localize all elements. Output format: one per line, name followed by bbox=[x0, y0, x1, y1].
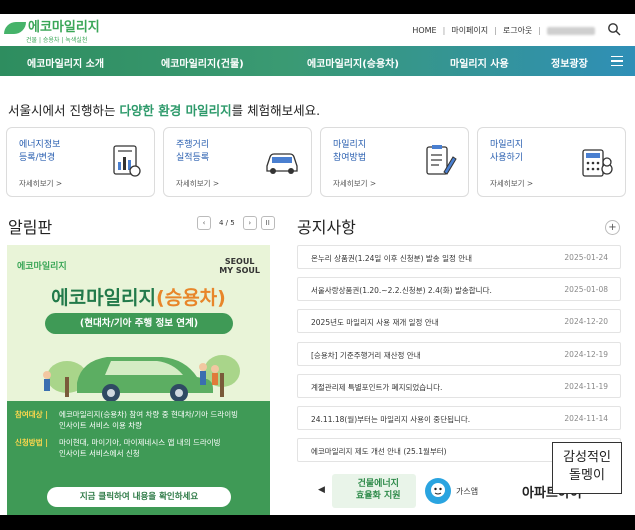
intro-highlight: 다양한 환경 마일리지 bbox=[119, 103, 232, 118]
search-icon[interactable] bbox=[607, 22, 621, 36]
divider: | bbox=[494, 26, 497, 35]
logo-subtitle: 건물 | 승용차 | 녹색실천 bbox=[26, 37, 88, 44]
notice-item[interactable]: 2025년도 마일리지 사용 재개 일정 안내 2024-12-20 bbox=[297, 309, 621, 334]
card-title: 마일리지 참여방법 bbox=[333, 140, 367, 163]
notice-more-plus-icon[interactable]: + bbox=[605, 220, 620, 235]
card-more-link[interactable]: 자세히보기 > bbox=[176, 178, 219, 189]
pager-count: 4 / 5 bbox=[219, 219, 235, 227]
top-bar: 에코마일리지 건물 | 승용차 | 녹색실천 HOME | 마이페이지 | 로그… bbox=[0, 14, 635, 46]
notice-text: [승용차] 기준주행거리 재산정 안내 bbox=[311, 350, 421, 360]
watermark-text: 감성적인 돌멩이 bbox=[563, 450, 611, 483]
user-name-blurred bbox=[547, 26, 595, 35]
notice-text: 온누리 상품권(1.24일 이후 신청분) 발송 일정 안내 bbox=[311, 254, 473, 263]
promo-banner[interactable]: 에코마일리지 SEOUL MY SOUL 에코마일리지(승용차) (현대차/기아… bbox=[7, 245, 270, 515]
row-key: 참여대상 | bbox=[15, 410, 48, 419]
banner-info-panel: 참여대상 | 에코마일리지(승용차) 참여 차량 중 현대차/기아 드라이빙 인사… bbox=[7, 401, 270, 515]
notice-date: 2024-11-14 bbox=[564, 413, 608, 423]
notice-item[interactable]: [승용차] 기준주행거리 재산정 안내 2024-12-19 bbox=[297, 341, 621, 366]
partner-prev-icon[interactable]: ◀ bbox=[318, 485, 325, 495]
partner-gas-app[interactable]: 가스앱 bbox=[456, 486, 478, 497]
card-title: 에너지정보 등록/변경 bbox=[19, 140, 61, 163]
notice-date: 2024-12-20 bbox=[564, 317, 608, 327]
notice-date: 2024-12-19 bbox=[564, 349, 608, 359]
card-energy-info[interactable]: 에너지정보 등록/변경 자세히보기 > bbox=[6, 127, 155, 197]
notice-text: 2025년도 마일리지 사용 재개 일정 안내 bbox=[311, 318, 439, 328]
intro-text: 서울시에서 진행하는 다양한 환경 마일리지를 체험해보세요. bbox=[8, 100, 320, 119]
intro-before: 서울시에서 진행하는 bbox=[8, 103, 120, 118]
nav-item-intro[interactable]: 에코마일리지 소개 bbox=[27, 55, 104, 70]
banner-target-row: 참여대상 | 에코마일리지(승용차) 참여 차량 중 현대차/기아 드라이빙 인사… bbox=[15, 409, 259, 431]
notice-text: 에코마일리지 제도 개선 안내 (25.1월부터) bbox=[311, 447, 447, 457]
intro-after: 를 체험해보세요. bbox=[231, 103, 321, 118]
card-title: 주행거리 실적등록 bbox=[176, 140, 210, 163]
card-more-link[interactable]: 자세히보기 > bbox=[490, 178, 533, 189]
calculator-coin-icon bbox=[582, 149, 613, 177]
banner-cta-button[interactable]: 지금 클릭하여 내용을 확인하세요 bbox=[47, 487, 231, 507]
watermark: 감성적인 돌멩이 bbox=[552, 442, 622, 494]
card-more-link[interactable]: 자세히보기 > bbox=[333, 178, 376, 189]
car-icon bbox=[266, 153, 298, 174]
card-mileage-record[interactable]: 주행거리 실적등록 자세히보기 > bbox=[163, 127, 312, 197]
site-logo[interactable]: 에코마일리지 건물 | 승용차 | 녹색실천 bbox=[4, 16, 100, 44]
nav-item-mileage-use[interactable]: 마일리지 사용 bbox=[450, 55, 509, 70]
divider: | bbox=[538, 26, 541, 35]
logo-label: 에코마일리지 bbox=[28, 20, 100, 35]
card-participation[interactable]: 마일리지 참여방법 자세히보기 > bbox=[320, 127, 469, 197]
nav-item-car[interactable]: 에코마일리지(승용차) bbox=[307, 55, 399, 70]
mypage-link[interactable]: 마이페이지 bbox=[451, 25, 488, 36]
page: 에코마일리지 건물 | 승용차 | 녹색실천 HOME | 마이페이지 | 로그… bbox=[0, 14, 635, 515]
board-title: 알림판 bbox=[8, 218, 53, 237]
logo-text: 에코마일리지 bbox=[4, 16, 100, 35]
banner-subtitle: (현대차/기아 주행 정보 연계) bbox=[45, 313, 233, 334]
row-key: 신청방법 | bbox=[15, 438, 48, 447]
card-mileage-use[interactable]: 마일리지 사용하기 자세히보기 > bbox=[477, 127, 626, 197]
utility-links: HOME | 마이페이지 | 로그아웃 | bbox=[412, 25, 595, 36]
next-button[interactable]: › bbox=[242, 216, 257, 230]
card-title: 마일리지 사용하기 bbox=[490, 140, 524, 163]
notice-item[interactable]: 계절관리제 특별포인트가 폐지되었습니다. 2024-11-19 bbox=[297, 373, 621, 398]
checklist-pencil-icon bbox=[426, 145, 457, 175]
banner-method-row: 신청방법 | 마이현대, 마이기아, 마이제네시스 앱 내의 드라이빙 인사이트 … bbox=[15, 437, 259, 459]
notice-text: 서울사랑상품권(1.20.~2.2.신청분) 2.4(화) 발송합니다. bbox=[311, 286, 492, 296]
banner-pager: ‹ 4 / 5 › II bbox=[197, 216, 275, 230]
notice-date: 2025-01-08 bbox=[564, 285, 608, 295]
gas-app-icon[interactable] bbox=[424, 477, 452, 505]
notice-date: 2024-11-19 bbox=[564, 381, 608, 391]
notice-date: 2025-01-24 bbox=[564, 253, 608, 262]
divider: | bbox=[442, 26, 446, 35]
home-link[interactable]: HOME bbox=[412, 26, 436, 35]
seoul-logo: SEOUL MY SOUL bbox=[219, 257, 260, 275]
chart-document-icon bbox=[113, 145, 141, 177]
leaf-icon bbox=[4, 21, 26, 34]
notice-item[interactable]: 24.11.18(월)부터는 마일리지 사용이 중단됩니다. 2024-11-14 bbox=[297, 405, 621, 430]
notice-text: 계절관리제 특별포인트가 폐지되었습니다. bbox=[311, 382, 443, 392]
car-illustration bbox=[43, 355, 240, 401]
partner-label: 건물에너지 효율화 지원 bbox=[356, 479, 401, 501]
banner-logo: 에코마일리지 bbox=[17, 262, 67, 272]
row-value: 에코마일리지(승용차) 참여 차량 중 현대차/기아 드라이빙 인사이트 서비스… bbox=[59, 410, 238, 430]
row-value: 마이현대, 마이기아, 마이제네시스 앱 내의 드라이빙 인사이트 서비스에서 … bbox=[59, 438, 221, 458]
notice-list: 온누리 상품권(1.24일 이후 신청분) 발송 일정 안내 2025-01-24… bbox=[297, 245, 621, 470]
prev-button[interactable]: ‹ bbox=[197, 216, 211, 230]
quick-cards: 에너지정보 등록/변경 자세히보기 > 주행거리 실적등록 자세히보기 > 마일… bbox=[6, 127, 628, 197]
banner-title-main: 에코마일리지 bbox=[51, 287, 157, 309]
notice-item[interactable]: 온누리 상품권(1.24일 이후 신청분) 발송 일정 안내 2025-01-24 bbox=[297, 245, 621, 269]
notice-title: 공지사항 bbox=[297, 218, 356, 237]
card-more-link[interactable]: 자세히보기 > bbox=[19, 178, 62, 189]
notice-item[interactable]: 서울사랑상품권(1.20.~2.2.신청분) 2.4(화) 발송합니다. 2025… bbox=[297, 277, 621, 302]
nav-item-building[interactable]: 에코마일리지(건물) bbox=[161, 55, 244, 70]
partner-building-energy[interactable]: 건물에너지 효율화 지원 bbox=[332, 474, 416, 508]
banner-title: 에코마일리지(승용차) bbox=[7, 283, 270, 310]
nav-item-info[interactable]: 정보광장 bbox=[551, 55, 588, 70]
pause-button[interactable]: II bbox=[260, 216, 275, 230]
notice-text: 24.11.18(월)부터는 마일리지 사용이 중단됩니다. bbox=[311, 414, 471, 424]
hamburger-menu-icon[interactable] bbox=[611, 56, 623, 66]
logout-link[interactable]: 로그아웃 bbox=[503, 25, 532, 36]
main-nav: 에코마일리지 소개 에코마일리지(건물) 에코마일리지(승용차) 마일리지 사용… bbox=[0, 46, 635, 76]
banner-title-accent: (승용차) bbox=[156, 287, 226, 309]
